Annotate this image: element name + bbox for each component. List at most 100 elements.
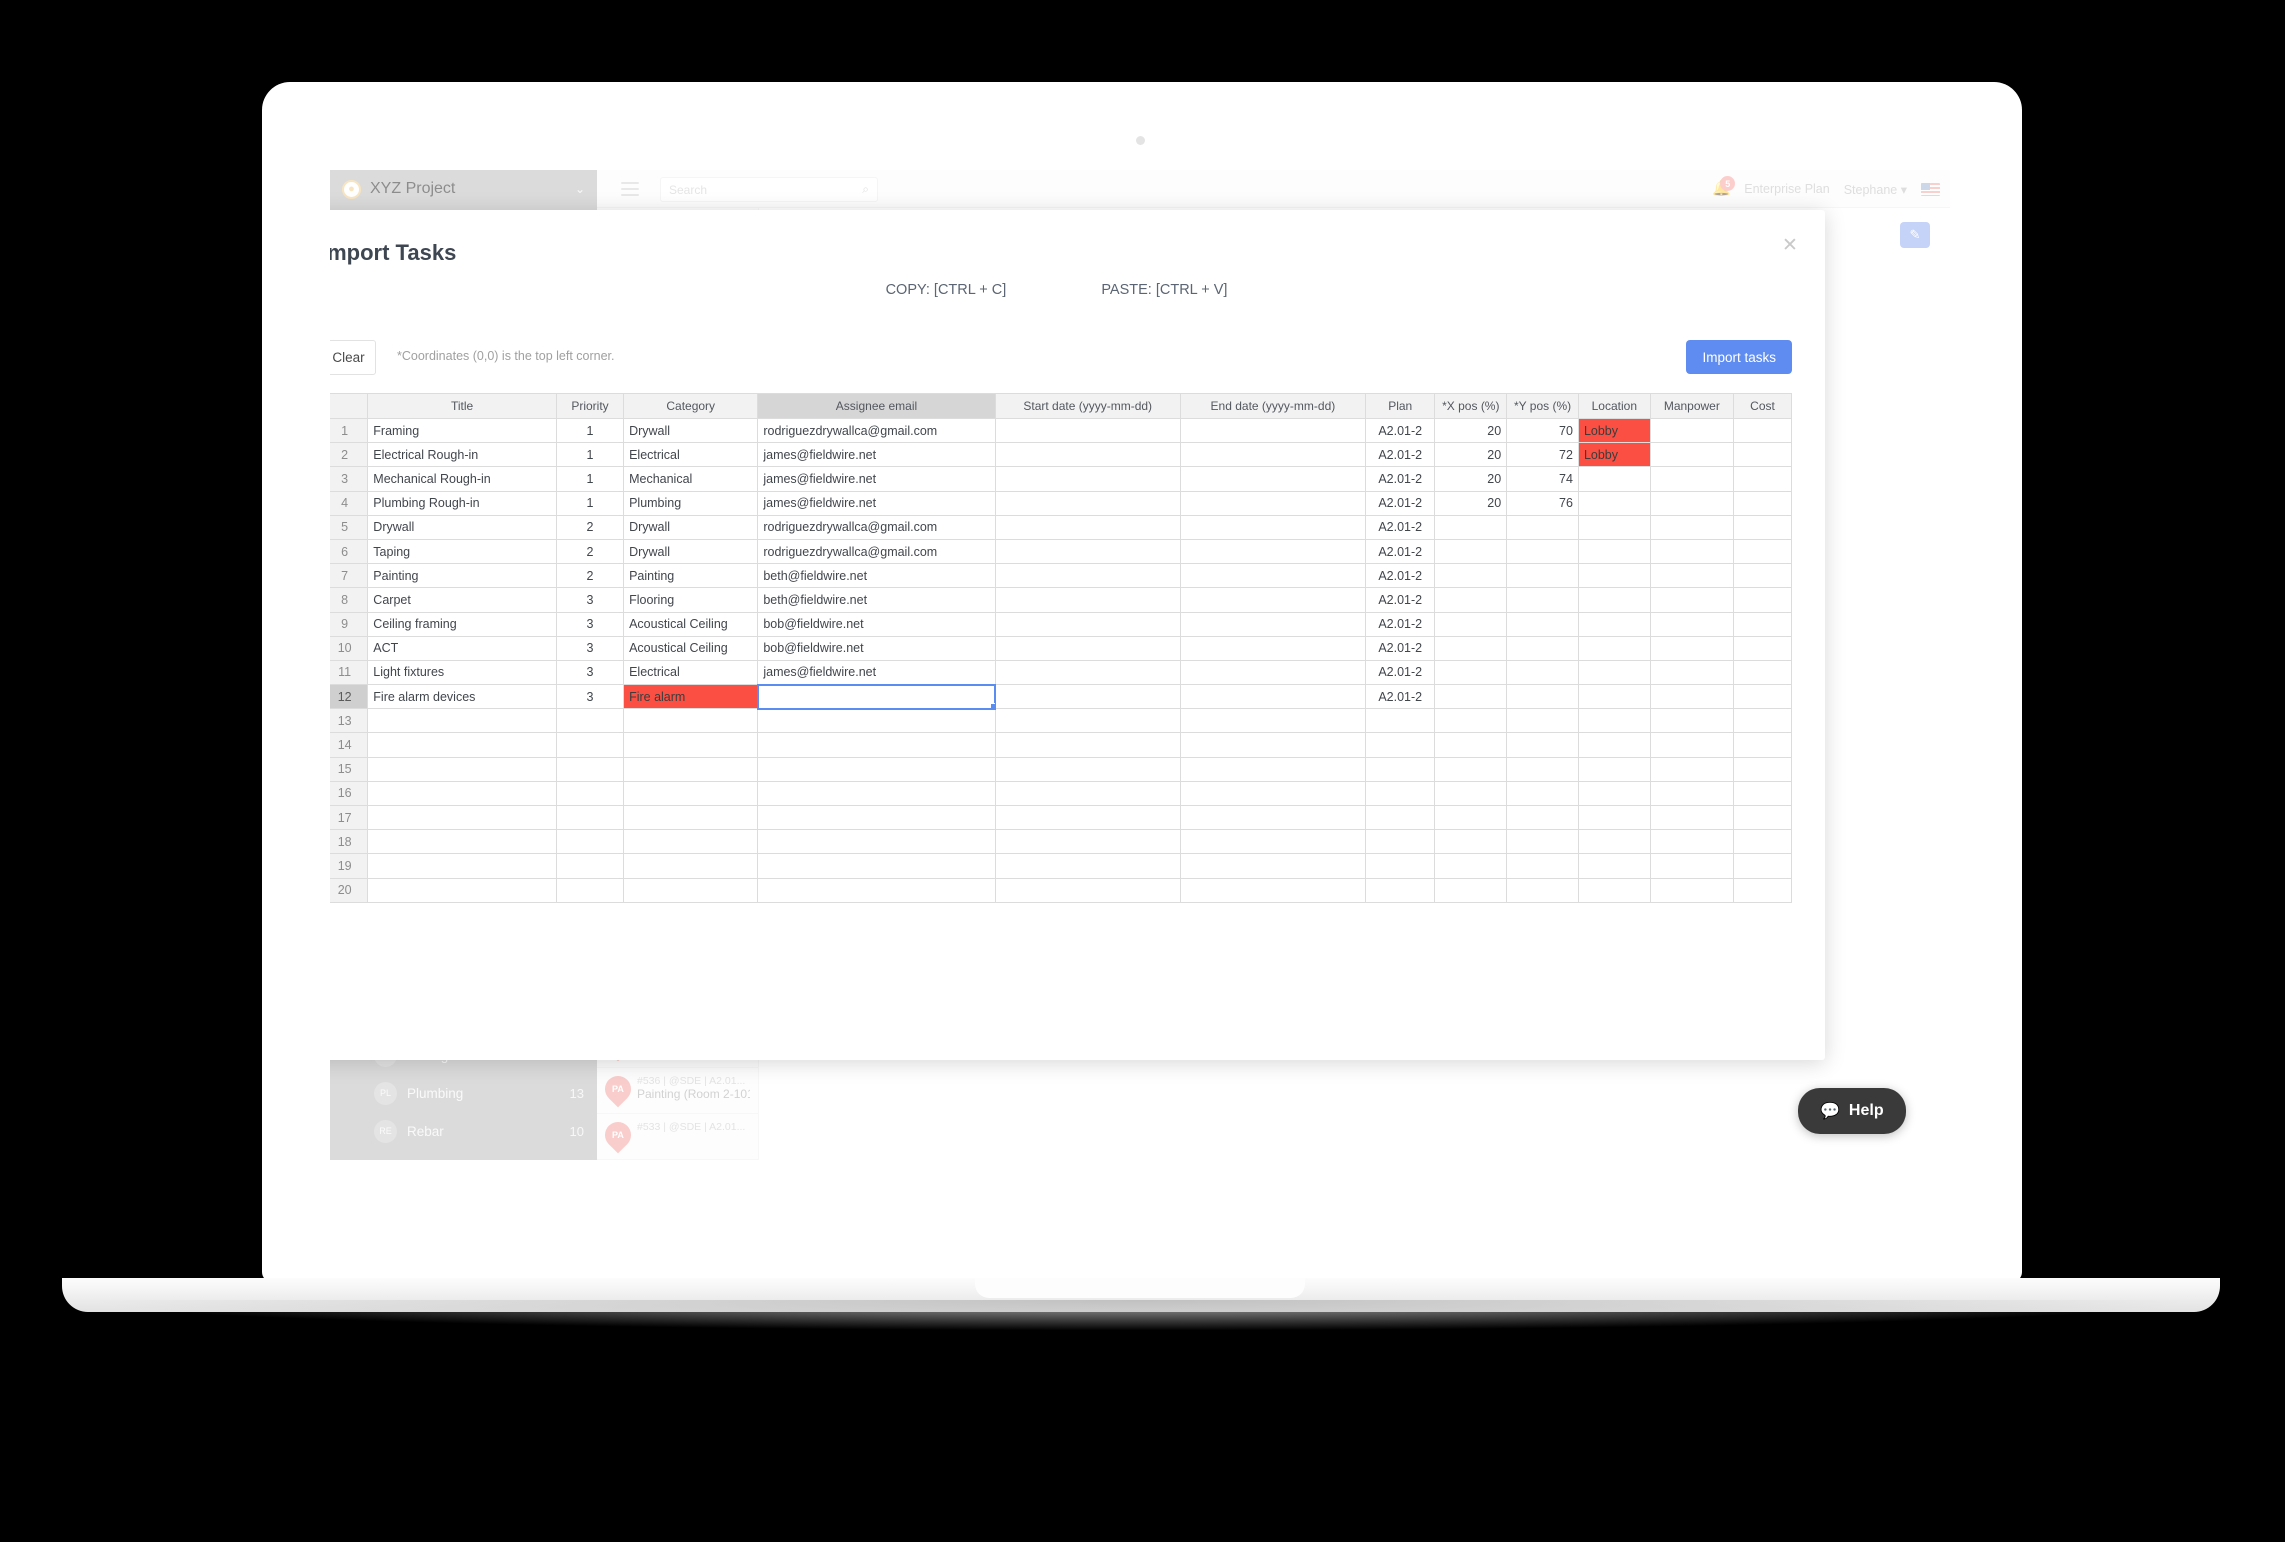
cell-priority[interactable] xyxy=(555,756,625,782)
cell-location[interactable] xyxy=(1577,708,1651,734)
cell-x[interactable] xyxy=(1434,635,1508,661)
table-row[interactable]: 6 Taping 2 Drywall rodriguezdrywallca@gmail.… xyxy=(330,538,1792,565)
cell-email[interactable]: james@fieldwire.net xyxy=(757,442,996,468)
cell-cost[interactable] xyxy=(1733,732,1792,758)
cell-cost[interactable] xyxy=(1733,684,1792,710)
cell-cost[interactable] xyxy=(1733,442,1792,468)
table-row[interactable]: 11 Light fixtures 3 Electrical james@fieldwi… xyxy=(330,659,1792,686)
cell-end[interactable] xyxy=(1179,708,1367,734)
cell-category[interactable]: Mechanical xyxy=(623,466,759,492)
cell-y[interactable] xyxy=(1506,563,1579,589)
column-header-end-date-yyyy-mm-dd[interactable]: End date (yyyy-mm-dd) xyxy=(1179,393,1367,419)
cell-category[interactable]: Acoustical Ceiling xyxy=(623,611,759,637)
cell-priority[interactable]: 2 xyxy=(555,538,625,565)
cell-manpower[interactable] xyxy=(1649,756,1735,782)
cell-priority[interactable]: 1 xyxy=(555,417,625,444)
cell-start[interactable] xyxy=(994,659,1181,686)
cell-y[interactable] xyxy=(1506,659,1579,686)
cell-category[interactable]: Plumbing xyxy=(623,490,759,516)
cell-cost[interactable] xyxy=(1733,611,1792,637)
cell-plan[interactable]: A2.01-2 xyxy=(1364,417,1436,444)
cell-plan[interactable]: A2.01-2 xyxy=(1364,563,1436,589)
cell-title[interactable]: Carpet xyxy=(367,587,557,613)
cell-manpower[interactable] xyxy=(1649,538,1735,565)
cell-email[interactable] xyxy=(757,708,996,734)
cell-y[interactable] xyxy=(1506,611,1579,637)
cell-location[interactable] xyxy=(1577,756,1651,782)
cell-priority[interactable]: 3 xyxy=(555,635,625,661)
row-number[interactable]: 8 xyxy=(330,587,369,613)
cell-title[interactable] xyxy=(367,708,557,734)
cell-manpower[interactable] xyxy=(1649,563,1735,589)
cell-x[interactable] xyxy=(1434,587,1508,613)
cell-cost[interactable] xyxy=(1733,659,1792,686)
table-row[interactable]: 5 Drywall 2 Drywall rodriguezdrywallca@gmail… xyxy=(330,514,1792,540)
cell-x[interactable] xyxy=(1434,732,1508,758)
cell-title[interactable] xyxy=(367,756,557,782)
table-row[interactable]: 15 xyxy=(330,756,1792,782)
cell-title[interactable] xyxy=(367,804,557,831)
cell-x[interactable] xyxy=(1434,829,1508,855)
cell-location[interactable] xyxy=(1577,804,1651,831)
table-row[interactable]: 14 xyxy=(330,732,1792,758)
cell-location[interactable] xyxy=(1577,514,1651,540)
row-number[interactable]: 3 xyxy=(330,466,369,492)
cell-email[interactable] xyxy=(757,780,996,807)
row-number[interactable]: 1 xyxy=(330,417,369,444)
cell-category[interactable]: Drywall xyxy=(623,538,759,565)
cell-email[interactable] xyxy=(756,683,997,710)
cell-y[interactable] xyxy=(1506,514,1579,540)
cell-manpower[interactable] xyxy=(1649,466,1735,492)
cell-start[interactable] xyxy=(994,538,1181,565)
cell-plan[interactable]: A2.01-2 xyxy=(1364,684,1436,710)
table-row[interactable]: 4 Plumbing Rough-in 1 Plumbing james@fieldwi… xyxy=(330,490,1792,516)
cell-category[interactable]: Drywall xyxy=(623,514,759,540)
row-number[interactable]: 6 xyxy=(330,538,369,565)
cell-plan[interactable] xyxy=(1364,804,1436,831)
column-header-y-pos[interactable]: *Y pos (%) xyxy=(1506,393,1579,419)
cell-cost[interactable] xyxy=(1733,829,1792,855)
cell-plan[interactable]: A2.01-2 xyxy=(1364,490,1436,516)
cell-plan[interactable]: A2.01-2 xyxy=(1364,442,1436,468)
table-row[interactable]: 2 Electrical Rough-in 1 Electrical james@fie… xyxy=(330,442,1792,468)
cell-category[interactable]: Electrical xyxy=(623,442,759,468)
cell-manpower[interactable] xyxy=(1649,417,1735,444)
cell-x[interactable]: 20 xyxy=(1434,442,1508,468)
table-row[interactable]: 8 Carpet 3 Flooring beth@fieldwire.net A2.01-… xyxy=(330,587,1792,613)
cell-plan[interactable]: A2.01-2 xyxy=(1364,466,1436,492)
table-row[interactable]: 17 xyxy=(330,804,1792,831)
cell-x[interactable]: 20 xyxy=(1434,417,1508,444)
cell-title[interactable]: Painting xyxy=(367,563,557,589)
cell-end[interactable] xyxy=(1179,853,1367,879)
cell-priority[interactable]: 2 xyxy=(555,563,625,589)
cell-cost[interactable] xyxy=(1733,877,1792,903)
cell-title[interactable]: Framing xyxy=(367,417,557,444)
table-row[interactable]: 20 xyxy=(330,877,1792,903)
row-number[interactable]: 2 xyxy=(330,442,369,468)
cell-title[interactable] xyxy=(367,780,557,807)
cell-title[interactable]: Drywall xyxy=(367,514,557,540)
cell-x[interactable] xyxy=(1434,611,1508,637)
cell-location[interactable] xyxy=(1577,466,1651,492)
cell-x[interactable]: 20 xyxy=(1434,490,1508,516)
grid-corner[interactable] xyxy=(330,393,369,419)
table-row[interactable]: 19 xyxy=(330,853,1792,879)
cell-x[interactable] xyxy=(1434,514,1508,540)
cell-email[interactable]: beth@fieldwire.net xyxy=(757,563,996,589)
cell-email[interactable] xyxy=(757,756,996,782)
cell-category[interactable]: Flooring xyxy=(623,587,759,613)
cell-location[interactable] xyxy=(1577,853,1651,879)
cell-end[interactable] xyxy=(1179,611,1367,637)
cell-start[interactable] xyxy=(994,417,1181,444)
cell-start[interactable] xyxy=(994,563,1181,589)
cell-priority[interactable]: 3 xyxy=(555,659,625,686)
cell-priority[interactable]: 3 xyxy=(555,587,625,613)
row-number[interactable]: 18 xyxy=(330,829,369,855)
cell-y[interactable]: 70 xyxy=(1506,417,1579,444)
cell-end[interactable] xyxy=(1179,538,1367,565)
cell-y[interactable] xyxy=(1506,732,1579,758)
clear-button[interactable]: Clear xyxy=(330,340,376,375)
cell-plan[interactable] xyxy=(1364,732,1436,758)
row-number[interactable]: 12 xyxy=(330,684,369,710)
cell-plan[interactable] xyxy=(1364,780,1436,807)
